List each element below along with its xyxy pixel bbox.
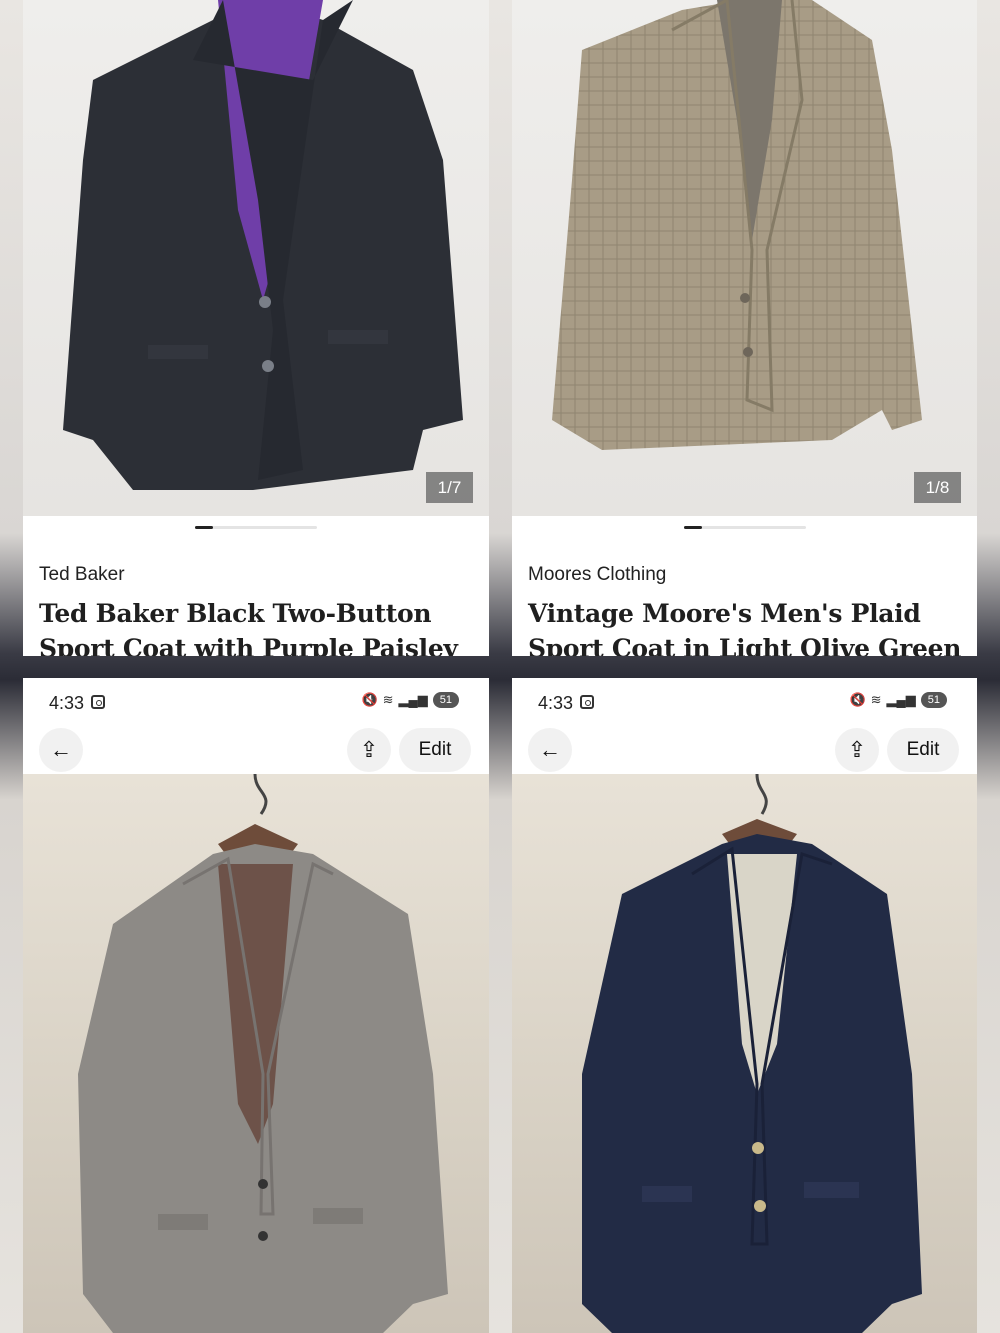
- edit-button[interactable]: Edit: [887, 728, 959, 772]
- photo-counter: 1/8: [914, 472, 961, 503]
- clock: 4:33: [538, 693, 574, 713]
- mute-icon: 🔇: [849, 692, 866, 707]
- edit-button[interactable]: Edit: [399, 728, 471, 772]
- photo-editor-screen: 4:33 🔇 ≋ ▂▄▆ 51 ← ⇪ Edit: [512, 678, 977, 1333]
- back-arrow-icon[interactable]: ←: [39, 728, 83, 772]
- share-icon[interactable]: ⇪: [835, 728, 879, 772]
- listing-card-ted-baker[interactable]: 1/7 Ted Baker Ted Baker Black Two-Button…: [23, 0, 489, 656]
- listing-card-moores[interactable]: 1/8 Moores Clothing Vintage Moore's Men'…: [512, 0, 977, 656]
- clock: 4:33: [49, 693, 85, 713]
- screenshot-icon: [580, 695, 594, 709]
- black-coat-image: [63, 0, 463, 490]
- system-icons: 🔇 ≋ ▂▄▆ 51: [361, 692, 459, 708]
- battery-indicator: 51: [920, 692, 947, 708]
- carousel-indicator: [195, 526, 317, 529]
- listing-title[interactable]: Vintage Moore's Men's Plaid Sport Coat i…: [528, 596, 968, 656]
- battery-indicator: 51: [432, 692, 459, 708]
- signal-icon: ▂▄▆: [886, 692, 916, 707]
- status-bar: 4:33 🔇 ≋ ▂▄▆ 51: [23, 678, 489, 728]
- toolbar: ← ⇪ Edit: [23, 728, 489, 774]
- signal-icon: ▂▄▆: [398, 692, 428, 707]
- screenshot-icon: [91, 695, 105, 709]
- listing-title[interactable]: Ted Baker Black Two-Button Sport Coat wi…: [39, 596, 479, 656]
- listing-photo[interactable]: [23, 0, 489, 516]
- brand-label: Ted Baker: [39, 564, 125, 585]
- photo-counter: 1/7: [426, 472, 473, 503]
- listing-photo[interactable]: [512, 0, 977, 516]
- mute-icon: 🔇: [361, 692, 378, 707]
- system-icons: 🔇 ≋ ▂▄▆ 51: [849, 692, 947, 708]
- navy-blazer-image: [582, 774, 922, 1333]
- plaid-coat-image: [552, 0, 922, 450]
- grey-tweed-coat-image: [78, 774, 448, 1333]
- share-icon[interactable]: ⇪: [347, 728, 391, 772]
- product-photo[interactable]: [23, 774, 489, 1333]
- brand-label: Moores Clothing: [528, 564, 667, 585]
- carousel-indicator: [684, 526, 806, 529]
- product-photo[interactable]: [512, 774, 977, 1333]
- wifi-icon: ≋: [382, 692, 394, 707]
- wifi-icon: ≋: [870, 692, 882, 707]
- toolbar: ← ⇪ Edit: [512, 728, 977, 774]
- status-bar: 4:33 🔇 ≋ ▂▄▆ 51: [512, 678, 977, 728]
- back-arrow-icon[interactable]: ←: [528, 728, 572, 772]
- photo-editor-screen: 4:33 🔇 ≋ ▂▄▆ 51 ← ⇪ Edit: [23, 678, 489, 1333]
